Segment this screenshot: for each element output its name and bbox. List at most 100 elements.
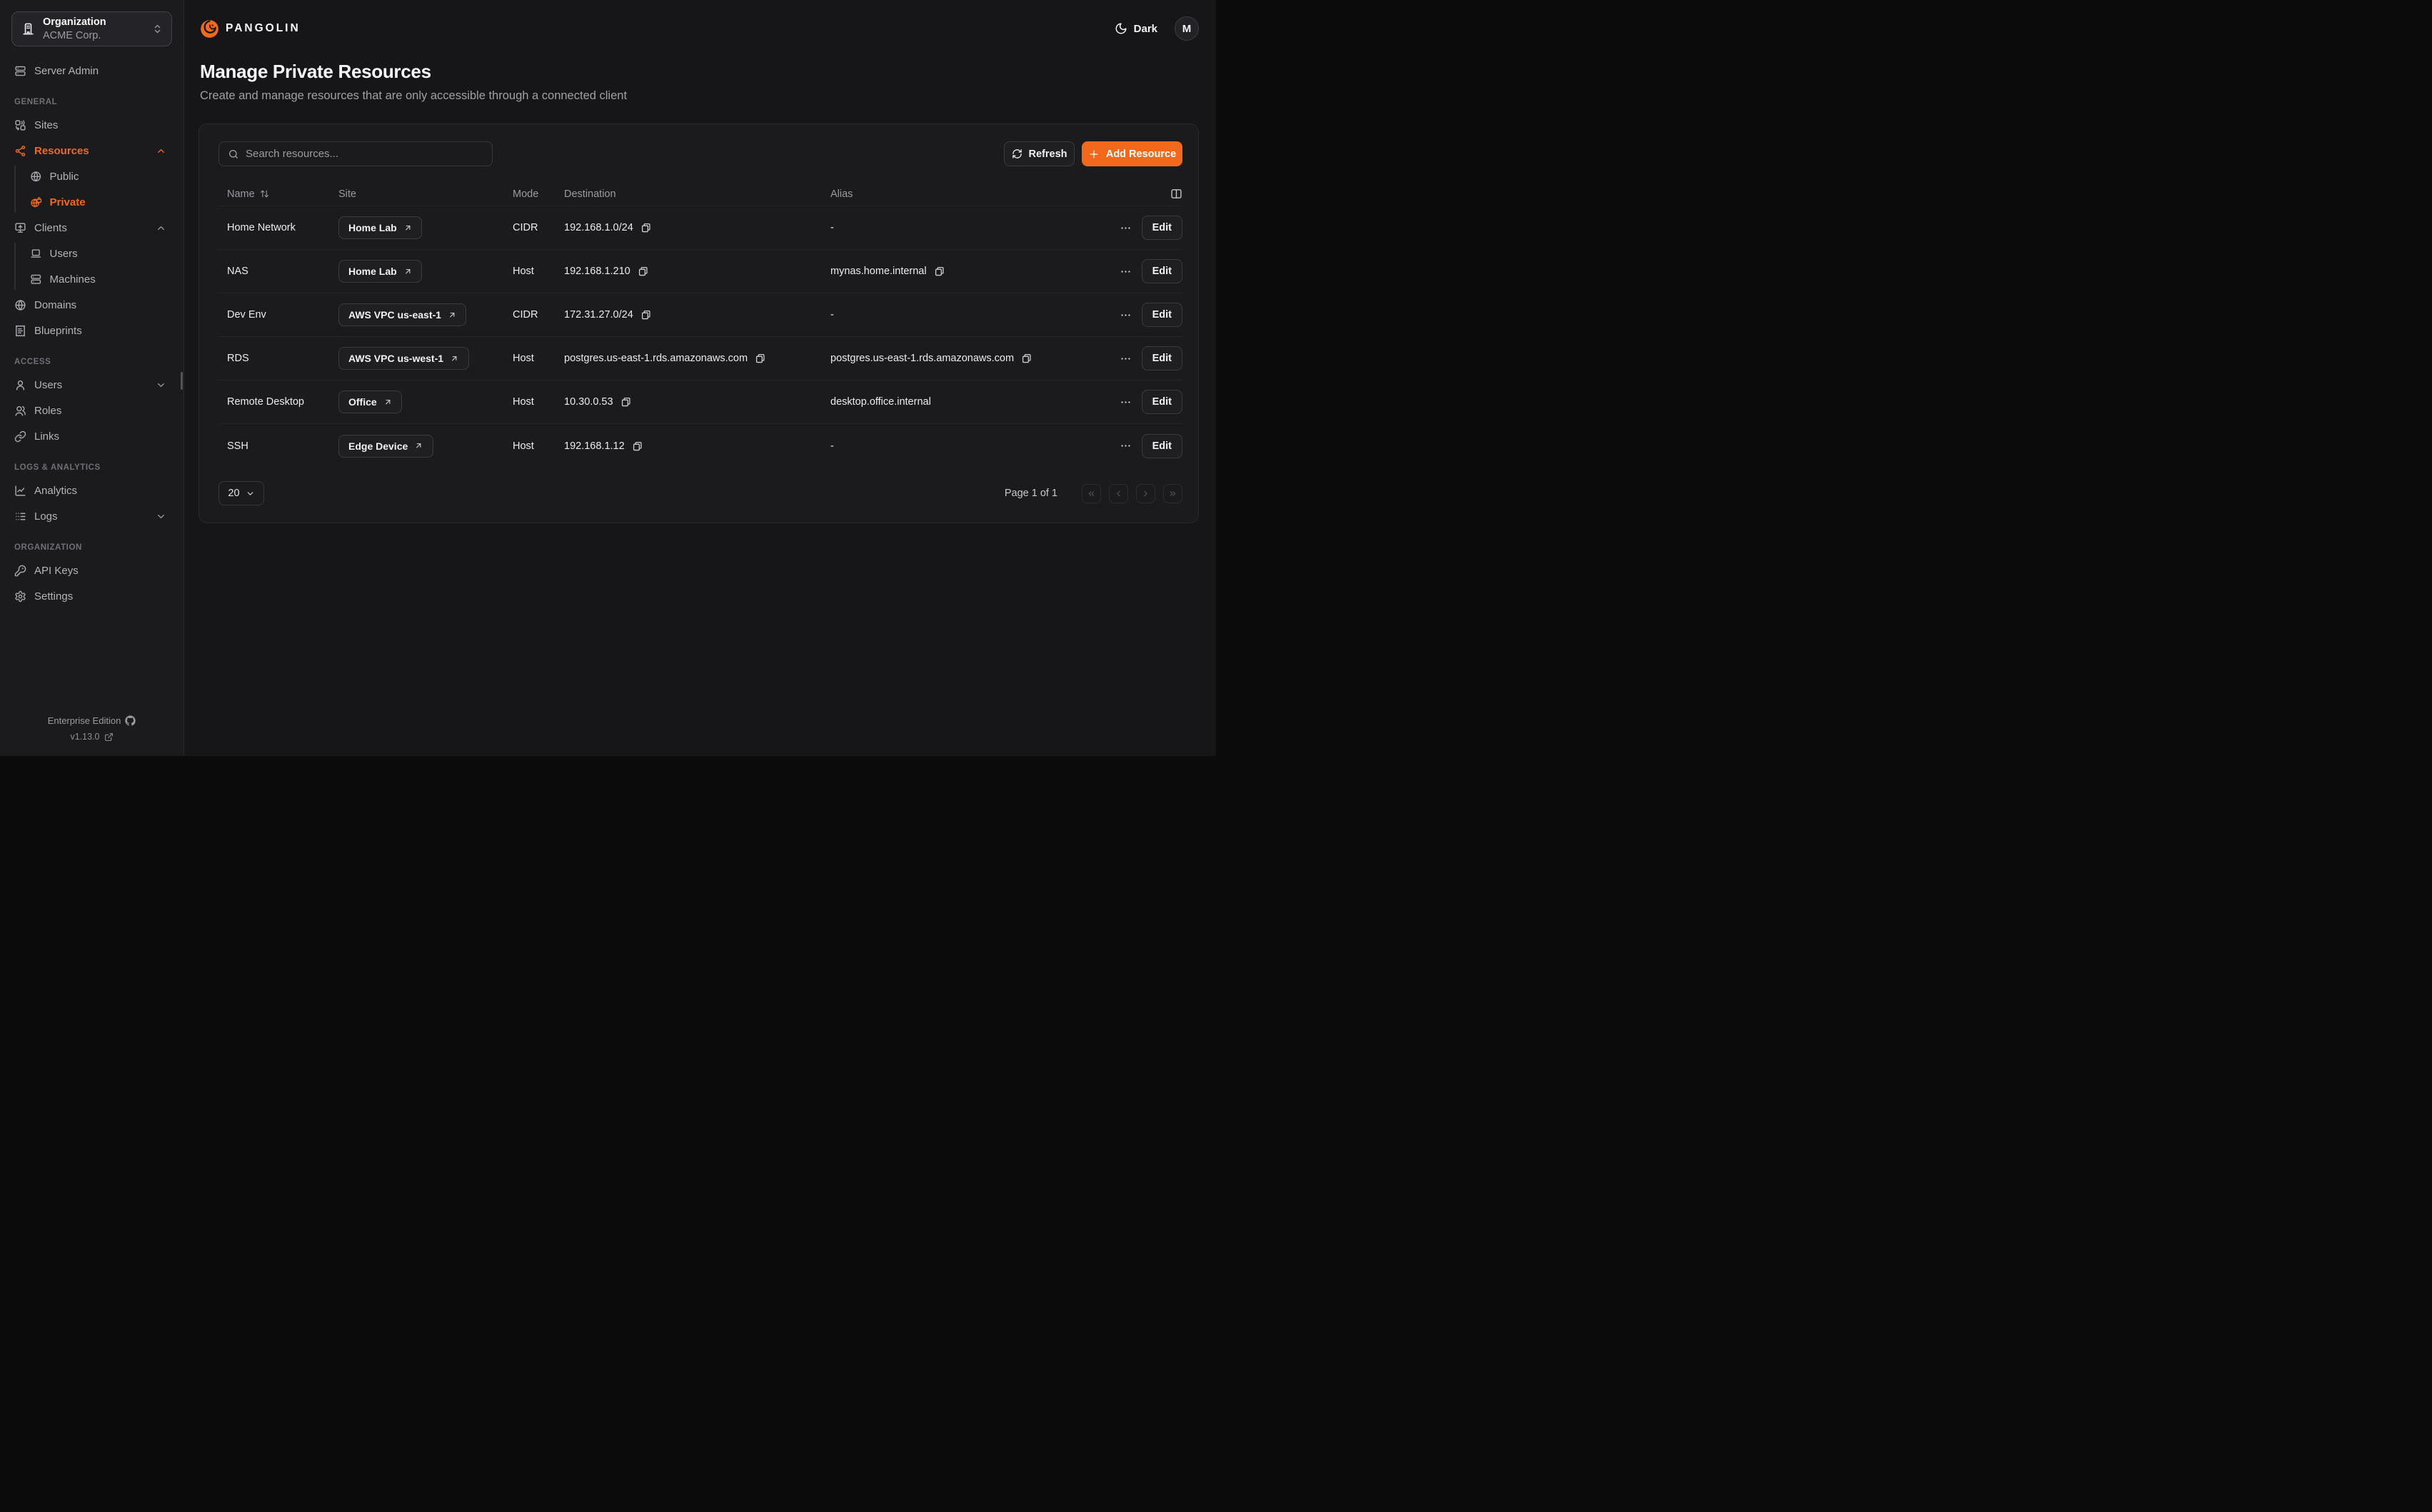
sidebar-item-public[interactable]: Public [0,163,184,189]
copy-destination-button[interactable] [638,266,649,277]
prev-page-button[interactable] [1109,484,1128,503]
sidebar-item-blueprints[interactable]: Blueprints [0,318,184,343]
copy-alias-button[interactable] [1021,353,1032,364]
edit-button[interactable]: Edit [1142,434,1182,458]
row-menu-button[interactable] [1120,396,1132,408]
sidebar-item-users[interactable]: Users [0,372,184,398]
search-input[interactable] [246,148,483,160]
sidebar-item-settings[interactable]: Settings [0,583,184,609]
cell-actions: Edit [1102,346,1182,371]
sidebar-item-server-admin[interactable]: Server Admin [0,58,184,84]
arrow-up-right-icon [383,398,393,407]
copy-destination-button[interactable] [640,222,652,233]
last-page-button[interactable] [1163,484,1182,503]
version-link[interactable]: v1.13.0 [0,732,184,742]
sidebar-item-label: Sites [34,119,58,131]
copy-icon [755,353,766,364]
site-link[interactable]: Office [338,390,402,413]
resources-card: Refresh Add Resource NameSiteModeDestina… [199,124,1199,523]
edit-button[interactable]: Edit [1142,390,1182,414]
site-link[interactable]: AWS VPC us-west-1 [338,347,469,370]
table-row: NASHome LabHost192.168.1.210mynas.home.i… [218,250,1182,293]
chevrons-up-down-icon [152,24,163,34]
column-header-destination: Destination [564,188,830,200]
edit-button[interactable]: Edit [1142,303,1182,327]
avatar[interactable]: M [1175,16,1199,41]
cell-site: Home Lab [338,216,513,239]
row-menu-button[interactable] [1120,266,1132,278]
chevron-left-icon [1114,489,1123,498]
row-menu-button[interactable] [1120,309,1132,321]
cell-mode: Host [513,266,564,277]
first-page-button[interactable] [1082,484,1101,503]
sidebar-item-api-keys[interactable]: API Keys [0,558,184,583]
refresh-button[interactable]: Refresh [1004,141,1075,166]
column-header-mode: Mode [513,188,564,200]
sidebar-scrollbar-thumb[interactable] [181,372,183,390]
sites-icon [14,119,26,131]
row-menu-button[interactable] [1120,222,1132,234]
chevron-up-icon [156,223,166,233]
cell-alias: desktop.office.internal [830,396,1102,408]
sidebar-section-label: GENERAL [0,84,184,112]
edit-button[interactable]: Edit [1142,216,1182,240]
waypoints-icon [14,145,26,157]
site-link[interactable]: AWS VPC us-east-1 [338,303,466,326]
row-menu-button[interactable] [1120,440,1132,452]
page-size-select[interactable]: 20 [218,481,264,505]
sidebar-item-client-users[interactable]: Users [0,241,184,266]
next-page-button[interactable] [1136,484,1155,503]
sidebar-item-domains[interactable]: Domains [0,292,184,318]
copy-destination-button[interactable] [632,440,643,452]
site-link[interactable]: Home Lab [338,260,422,283]
cell-name: Home Network [218,222,338,233]
cell-mode: CIDR [513,309,564,321]
org-switcher-text: Organization ACME Corp. [43,16,144,41]
add-resource-button[interactable]: Add Resource [1082,141,1182,166]
column-header-name[interactable]: Name [218,188,338,200]
sidebar-item-label: Domains [34,299,76,311]
arrow-up-right-icon [403,267,413,276]
edition-label: Enterprise Edition [48,715,121,726]
sidebar-item-analytics[interactable]: Analytics [0,478,184,503]
cell-alias: - [830,440,1102,452]
sidebar-item-links[interactable]: Links [0,423,184,449]
cell-alias: mynas.home.internal [830,266,1102,277]
alias-value: - [830,440,834,452]
copy-destination-button[interactable] [755,353,766,364]
sidebar-item-clients[interactable]: Clients [0,215,184,241]
edit-button[interactable]: Edit [1142,259,1182,283]
sort-icon [260,189,269,198]
sidebar-item-resources[interactable]: Resources [0,138,184,163]
sidebar-item-logs[interactable]: Logs [0,503,184,529]
theme-toggle[interactable]: Dark [1115,22,1157,35]
sidebar-item-roles[interactable]: Roles [0,398,184,423]
cell-site: Edge Device [338,435,513,458]
chevron-down-icon [246,489,255,498]
copy-alias-button[interactable] [934,266,945,277]
arrow-up-right-icon [450,354,459,363]
sidebar-footer: Enterprise Edition v1.13.0 [0,715,184,756]
destination-value: 10.30.0.53 [564,396,613,408]
link-icon [14,430,26,443]
site-link[interactable]: Edge Device [338,435,433,458]
sidebar-item-private[interactable]: Private [0,189,184,215]
org-switcher[interactable]: Organization ACME Corp. [11,11,172,46]
site-link[interactable]: Home Lab [338,216,422,239]
copy-destination-button[interactable] [640,309,652,321]
cell-site: Home Lab [338,260,513,283]
sidebar-item-label: Settings [34,590,73,603]
sidebar-item-sites[interactable]: Sites [0,112,184,138]
copy-destination-button[interactable] [620,396,632,408]
site-label: AWS VPC us-east-1 [348,309,441,321]
column-visibility-button[interactable] [1102,188,1182,200]
cell-name: RDS [218,353,338,364]
cell-site: Office [338,390,513,413]
alias-value: - [830,222,834,233]
cell-name: NAS [218,266,338,277]
org-name: ACME Corp. [43,29,144,42]
github-icon[interactable] [125,715,136,726]
row-menu-button[interactable] [1120,353,1132,365]
edit-button[interactable]: Edit [1142,346,1182,371]
sidebar-item-machines[interactable]: Machines [0,266,184,292]
